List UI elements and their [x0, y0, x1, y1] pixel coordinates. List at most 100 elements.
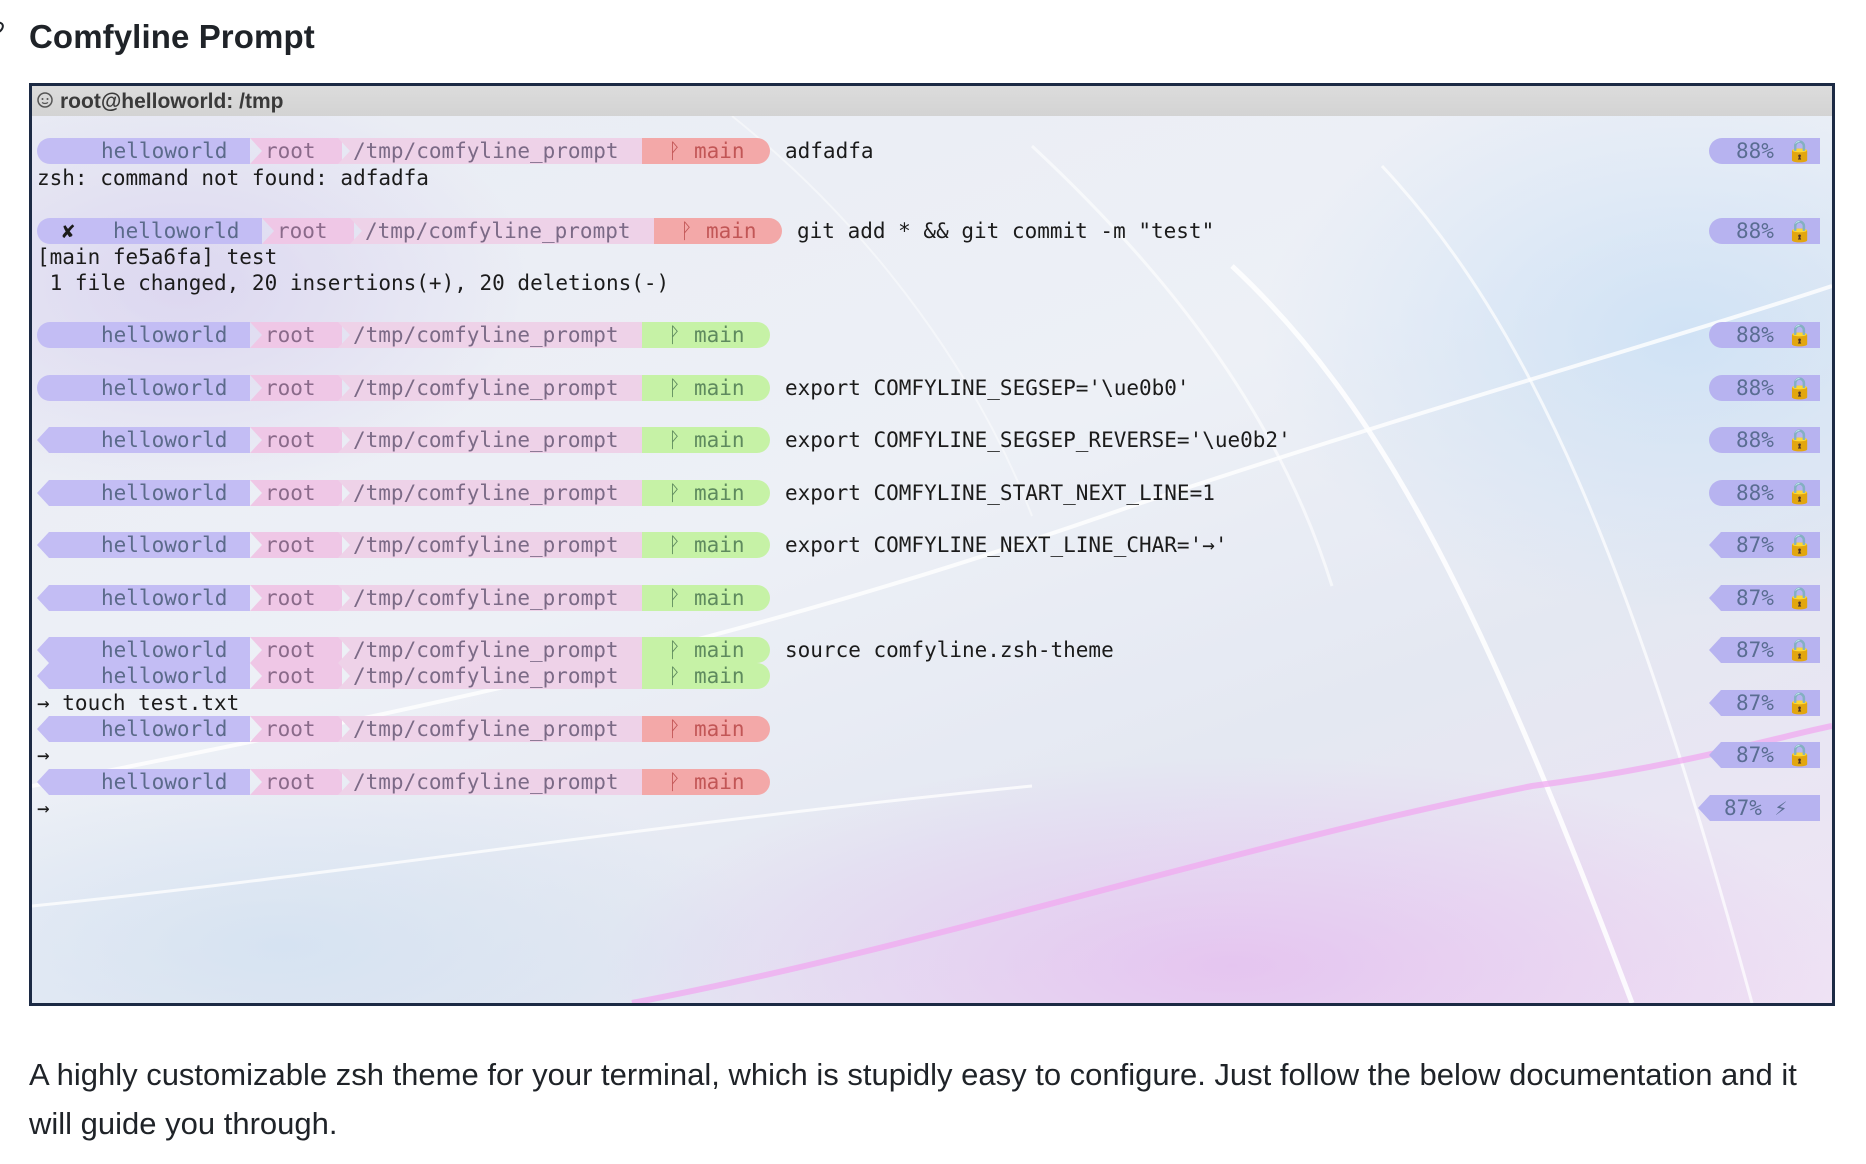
prompt-line: ✘ helloworld root/tmp/comfyline_prompt ᚹ mai…: [32, 218, 1832, 244]
typed-command: export COMFYLINE_SEGSEP_REVERSE='\ue0b2': [785, 428, 1291, 452]
git-branch-label: main: [694, 770, 745, 794]
battery-level-text: 87% ⚡: [1724, 796, 1788, 820]
host-label: helloworld: [101, 139, 228, 163]
battery-level-text: 88% 🔒: [1736, 376, 1813, 400]
link-anchor-icon[interactable]: [0, 20, 8, 40]
typed-command: export COMFYLINE_NEXT_LINE_CHAR='→': [785, 533, 1228, 557]
git-branch-label: main: [706, 219, 757, 243]
directory-label: /tmp/comfyline_prompt: [353, 376, 619, 400]
directory-label: /tmp/comfyline_prompt: [353, 586, 619, 610]
git-branch-label: main: [694, 638, 745, 662]
directory-label: /tmp/comfyline_prompt: [353, 638, 619, 662]
battery-level-text: 87% 🔒: [1736, 743, 1813, 767]
git-branch-label: main: [694, 428, 745, 452]
git-branch-icon: ᚹ: [668, 770, 681, 794]
prompt-line: helloworld root/tmp/comfyline_prompt ᚹ main…: [32, 585, 1832, 611]
git-branch-label: main: [694, 481, 745, 505]
prompt-line: helloworld root/tmp/comfyline_prompt ᚹ main…: [32, 375, 1832, 401]
terminal-app-icon: [37, 92, 53, 108]
git-branch-label: main: [694, 586, 745, 610]
git-branch-icon: ᚹ: [668, 638, 681, 662]
prompt-line: helloworld root/tmp/comfyline_prompt ᚹ main…: [32, 427, 1832, 453]
user-label: root: [265, 376, 316, 400]
git-branch-icon: ᚹ: [668, 533, 681, 557]
host-label: helloworld: [101, 770, 228, 794]
user-label: root: [265, 323, 316, 347]
directory-label: /tmp/comfyline_prompt: [353, 717, 619, 741]
page-title: Comfyline Prompt: [29, 18, 315, 55]
terminal-screenshot: root@helloworld: /tmp helloworld root/tmp…: [29, 83, 1835, 1006]
git-branch-icon: ᚹ: [680, 219, 693, 243]
battery-level-text: 88% 🔒: [1736, 219, 1813, 243]
user-label: root: [265, 428, 316, 452]
error-status-icon: ✘: [62, 219, 75, 243]
directory-label: /tmp/comfyline_prompt: [353, 323, 619, 347]
git-branch-label: main: [694, 139, 745, 163]
battery-line: 87% ⚡: [32, 795, 1832, 821]
directory-label: /tmp/comfyline_prompt: [353, 533, 619, 557]
directory-label: /tmp/comfyline_prompt: [353, 428, 619, 452]
typed-command: source comfyline.zsh-theme: [785, 638, 1114, 662]
git-branch-icon: ᚹ: [668, 139, 681, 163]
battery-line: 87% 🔒: [32, 742, 1832, 768]
git-branch-icon: ᚹ: [668, 376, 681, 400]
user-label: root: [265, 770, 316, 794]
battery-level-text: 87% 🔒: [1736, 533, 1813, 557]
git-branch-label: main: [694, 323, 745, 347]
directory-label: /tmp/comfyline_prompt: [365, 219, 631, 243]
prompt-line: helloworld root/tmp/comfyline_prompt ᚹ main…: [32, 480, 1832, 506]
host-label: helloworld: [101, 323, 228, 347]
host-label: helloworld: [101, 664, 228, 688]
git-branch-label: main: [694, 376, 745, 400]
git-branch-label: main: [694, 664, 745, 688]
git-branch-label: main: [694, 717, 745, 741]
battery-line: 87% 🔒: [32, 690, 1832, 716]
user-label: root: [265, 481, 316, 505]
user-label: root: [265, 638, 316, 662]
host-label: helloworld: [101, 638, 228, 662]
host-label: helloworld: [101, 376, 228, 400]
host-label: helloworld: [113, 219, 240, 243]
battery-level-text: 88% 🔒: [1736, 428, 1813, 452]
git-branch-icon: ᚹ: [668, 586, 681, 610]
directory-label: /tmp/comfyline_prompt: [353, 139, 619, 163]
typed-command: adfadfa: [785, 139, 874, 163]
host-label: helloworld: [101, 586, 228, 610]
typed-command: export COMFYLINE_SEGSEP='\ue0b0': [785, 376, 1190, 400]
battery-level-text: 88% 🔒: [1736, 323, 1813, 347]
user-label: root: [265, 533, 316, 557]
prompt-line: helloworld root/tmp/comfyline_prompt ᚹ main…: [32, 532, 1832, 558]
prompt-line: helloworld root/tmp/comfyline_prompt ᚹ main: [32, 663, 1832, 689]
battery-level-text: 88% 🔒: [1736, 139, 1813, 163]
command-output: 1 file changed, 20 insertions(+), 20 del…: [37, 271, 670, 295]
battery-level-text: 88% 🔒: [1736, 481, 1813, 505]
git-branch-icon: ᚹ: [668, 664, 681, 688]
command-output: zsh: command not found: adfadfa: [37, 166, 429, 190]
prompt-line: helloworld root/tmp/comfyline_prompt ᚹ main…: [32, 138, 1832, 164]
user-label: root: [265, 586, 316, 610]
host-label: helloworld: [101, 533, 228, 557]
git-branch-icon: ᚹ: [668, 717, 681, 741]
typed-command: export COMFYLINE_START_NEXT_LINE=1: [785, 481, 1215, 505]
battery-level-text: 87% 🔒: [1736, 638, 1813, 662]
battery-level-text: 87% 🔒: [1736, 586, 1813, 610]
prompt-line: helloworld root/tmp/comfyline_prompt ᚹ main…: [32, 322, 1832, 348]
directory-label: /tmp/comfyline_prompt: [353, 481, 619, 505]
user-label: root: [277, 219, 328, 243]
window-title: root@helloworld: /tmp: [60, 90, 284, 113]
git-branch-icon: ᚹ: [668, 428, 681, 452]
prompt-line: helloworld root/tmp/comfyline_prompt ᚹ main…: [32, 637, 1832, 663]
terminal-titlebar[interactable]: root@helloworld: /tmp: [32, 86, 1832, 116]
command-output: [main fe5a6fa] test: [37, 245, 278, 269]
git-branch-icon: ᚹ: [668, 481, 681, 505]
directory-label: /tmp/comfyline_prompt: [353, 770, 619, 794]
typed-command: git add * && git commit -m "test": [797, 219, 1215, 243]
host-label: helloworld: [101, 481, 228, 505]
git-branch-label: main: [694, 533, 745, 557]
directory-label: /tmp/comfyline_prompt: [353, 664, 619, 688]
user-label: root: [265, 139, 316, 163]
prompt-line: helloworld root/tmp/comfyline_prompt ᚹ main: [32, 716, 1832, 742]
user-label: root: [265, 717, 316, 741]
prompt-line: helloworld root/tmp/comfyline_prompt ᚹ main: [32, 769, 1832, 795]
git-branch-icon: ᚹ: [668, 323, 681, 347]
